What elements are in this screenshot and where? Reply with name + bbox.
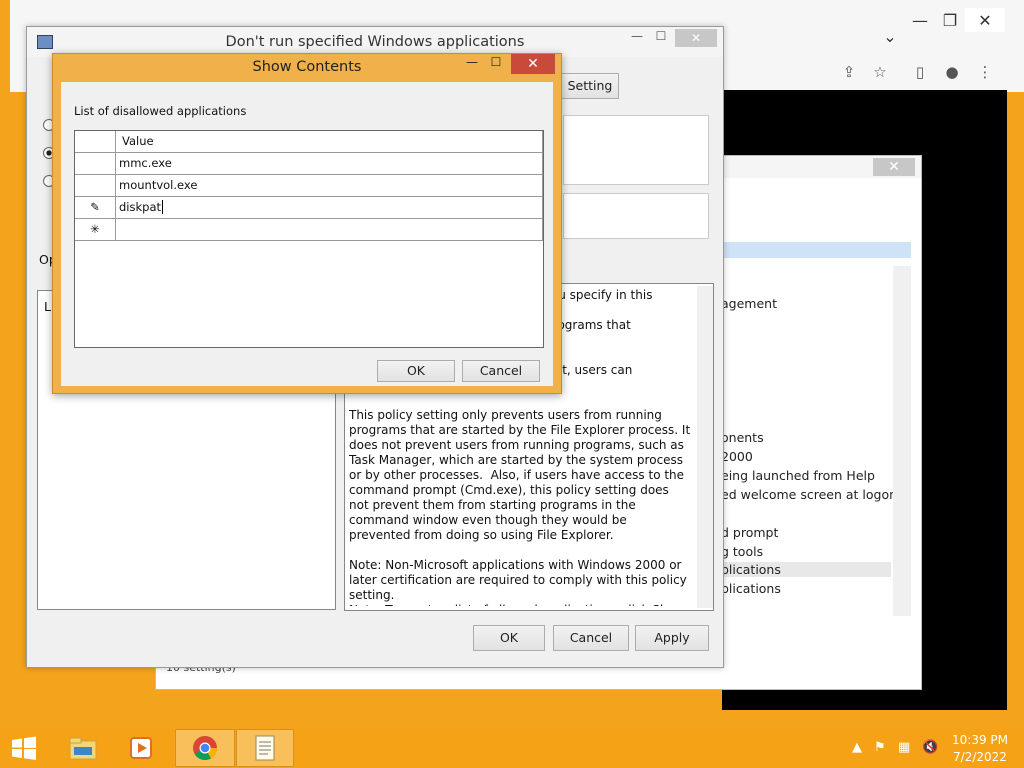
show-close-button[interactable]: ✕	[511, 54, 555, 74]
profile-icon[interactable]: ●	[940, 60, 964, 84]
policy-maximize-button[interactable]: ☐	[651, 29, 671, 47]
list-item[interactable]: 2000	[721, 449, 753, 464]
chrome-icon[interactable]	[175, 729, 235, 767]
column-header-value[interactable]: Value	[116, 131, 543, 153]
share-icon[interactable]: ⇪	[837, 60, 861, 84]
edit-row-pencil-icon[interactable]: ✎	[75, 197, 116, 219]
next-setting-button[interactable]: Setting	[561, 73, 619, 99]
cancel-button[interactable]: Cancel	[553, 625, 629, 651]
sidebar-icon[interactable]: ▯	[908, 60, 932, 84]
editing-value[interactable]: diskpat	[119, 200, 161, 214]
text-cursor	[162, 200, 164, 214]
clock-time[interactable]: 10:39 PM	[940, 733, 1020, 747]
ok-button[interactable]: OK	[473, 625, 545, 651]
list-item[interactable]: eing launched from Help	[721, 468, 875, 483]
grid-cell[interactable]: mountvol.exe	[116, 175, 543, 197]
gpedit-close-button[interactable]: ✕	[873, 158, 915, 176]
clock-date[interactable]: 7/2/2022	[940, 750, 1020, 764]
new-row-asterisk-icon[interactable]: ✳	[75, 219, 116, 241]
row-marker[interactable]	[75, 175, 116, 197]
policy-minimize-button[interactable]: —	[627, 29, 647, 47]
selected-row-band	[721, 242, 911, 258]
grid-corner	[75, 131, 116, 153]
star-icon[interactable]: ☆	[868, 60, 892, 84]
browser-close-button[interactable]: ✕	[965, 8, 1005, 32]
tab-search-dropdown-icon[interactable]: ⌄	[875, 24, 905, 48]
file-explorer-icon[interactable]	[54, 729, 112, 767]
list-item[interactable]: onents	[721, 430, 764, 445]
show-contents-dialog: Show Contents — ☐ ✕ List of disallowed a…	[52, 53, 562, 394]
policy-window-icon	[37, 35, 53, 49]
show-minimize-button[interactable]: —	[461, 55, 483, 73]
notepad-icon[interactable]	[236, 729, 294, 767]
policy-close-button[interactable]: ✕	[675, 29, 717, 47]
show-contents-body: List of disallowed applications Value mm…	[61, 82, 553, 386]
list-item[interactable]: agement	[721, 296, 777, 311]
apply-button[interactable]: Apply	[635, 625, 709, 651]
show-hidden-icons-icon[interactable]: ▲	[852, 740, 862, 755]
action-center-flag-icon[interactable]: ⚑	[874, 740, 886, 755]
list-item-selected[interactable]: plications	[721, 562, 891, 577]
help-scrollbar[interactable]	[697, 286, 713, 608]
list-item[interactable]: ed welcome screen at logon	[721, 487, 897, 502]
show-cancel-button[interactable]: Cancel	[462, 360, 540, 382]
list-item[interactable]: d prompt	[721, 525, 778, 540]
disallowed-apps-grid: Value mmc.exe mountvol.exe ✎ diskpat ✳	[74, 130, 544, 348]
volume-muted-icon[interactable]: 🔇	[922, 740, 938, 755]
menu-icon[interactable]: ⋮	[973, 60, 997, 84]
comment-field[interactable]	[563, 115, 709, 185]
grid-cell-editing[interactable]: diskpat	[116, 197, 543, 219]
show-ok-button[interactable]: OK	[377, 360, 455, 382]
list-item[interactable]: plications	[721, 581, 781, 596]
media-player-icon[interactable]	[112, 729, 170, 767]
supported-on-field	[563, 193, 709, 239]
show-maximize-button[interactable]: ☐	[485, 55, 507, 73]
list-label: List of disallowed applications	[74, 104, 247, 118]
list-item[interactable]: g tools	[721, 544, 763, 559]
browser-restore-button[interactable]: ❐	[935, 8, 965, 32]
grid-cell-new[interactable]	[116, 219, 543, 241]
start-button[interactable]	[10, 736, 38, 760]
browser-minimize-button[interactable]: —	[905, 8, 935, 32]
row-marker[interactable]	[75, 153, 116, 175]
policy-list: agement onents 2000 eing launched from H…	[721, 186, 913, 646]
scrollbar[interactable]	[893, 266, 911, 616]
grid-cell[interactable]: mmc.exe	[116, 153, 543, 175]
network-icon[interactable]: ▦	[898, 740, 910, 755]
